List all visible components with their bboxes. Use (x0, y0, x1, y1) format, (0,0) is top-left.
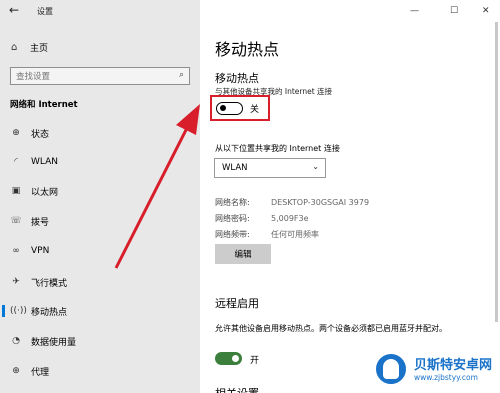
arrow-head (176, 104, 200, 135)
watermark-url: www.zjbstyy.com (414, 373, 478, 382)
watermark: 贝斯特安卓网 www.zjbstyy.com (370, 350, 500, 390)
annotation-arrow (114, 104, 200, 269)
watermark-logo-icon (374, 352, 408, 386)
watermark-brand: 贝斯特安卓网 (414, 358, 493, 373)
arrow-shaft (114, 125, 190, 269)
